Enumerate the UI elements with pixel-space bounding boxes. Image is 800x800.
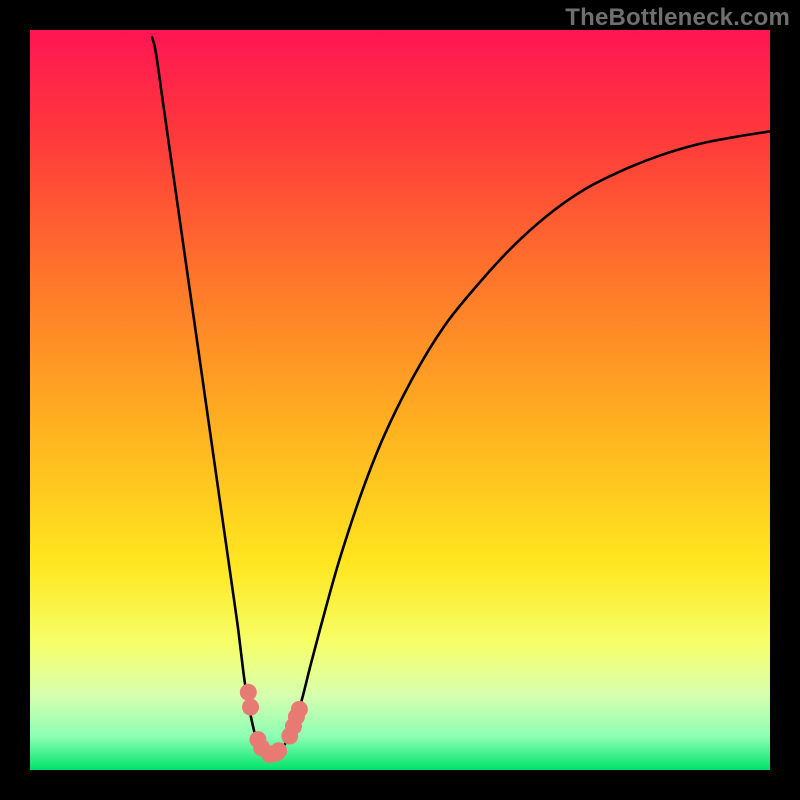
data-marker [270,742,287,759]
data-marker [242,699,259,716]
bottleneck-chart [30,30,770,770]
chart-frame: TheBottleneck.com [0,0,800,800]
data-marker [291,701,308,718]
watermark-text: TheBottleneck.com [565,4,790,32]
data-marker [240,684,257,701]
